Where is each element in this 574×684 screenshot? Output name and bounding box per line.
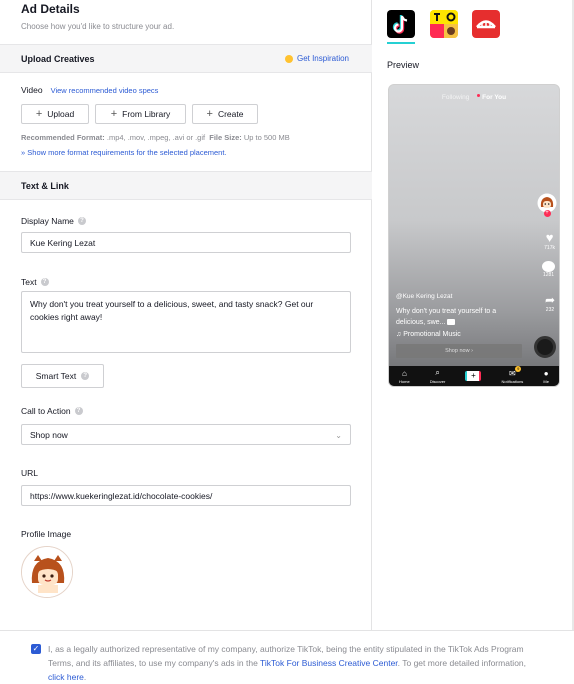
- smart-text-button[interactable]: Smart Text ?: [21, 364, 104, 388]
- ad-text-textarea[interactable]: Why don't you treat yourself to a delici…: [21, 291, 351, 353]
- phone-preview: Following For You + ♥ 717k 1281 ➦ 232 @K…: [388, 84, 560, 387]
- follow-plus-icon: +: [543, 210, 551, 217]
- pangle-placement-icon[interactable]: [472, 10, 500, 38]
- following-tab: Following: [441, 94, 470, 101]
- profile-image-label: Profile Image: [21, 529, 72, 539]
- format-requirements: Recommended Format: .mp4, .mov, .mpeg, .…: [21, 133, 290, 142]
- upload-creatives-section-header: Upload Creatives Get Inspiration: [0, 44, 372, 73]
- upload-button[interactable]: + Upload: [21, 104, 89, 124]
- share-arrow-icon: ➦: [544, 293, 555, 307]
- section-title: Text & Link: [21, 181, 69, 191]
- creator-avatar: +: [537, 193, 557, 217]
- help-icon[interactable]: ?: [40, 278, 49, 286]
- live-dot: [477, 94, 481, 97]
- creator-handle: @Kue Kering Lezat: [396, 293, 453, 300]
- home-icon: ⌂: [401, 368, 407, 378]
- profile-avatar-illustration: [22, 547, 72, 597]
- plus-icon: +: [35, 107, 43, 120]
- ad-badge-icon: [447, 319, 456, 326]
- topbuzz-placement-icon[interactable]: [430, 10, 458, 38]
- profile-image-avatar[interactable]: [21, 546, 73, 598]
- display-name-label: Display Name ?: [21, 216, 86, 226]
- text-label: Text ?: [21, 277, 49, 287]
- chevron-down-icon: ⌄: [335, 431, 342, 440]
- plus-icon: +: [110, 107, 118, 120]
- feed-tabs: Following For You: [389, 94, 559, 101]
- music-row: ♫ Promotional Music: [396, 331, 461, 338]
- cta-select[interactable]: Shop now ⌄: [21, 424, 351, 445]
- create-plus-icon: +: [465, 371, 482, 381]
- help-icon[interactable]: ?: [74, 407, 83, 415]
- nav-notifications: ✉ 9 Notifications: [501, 365, 524, 384]
- plus-icon: +: [206, 107, 213, 120]
- display-name-input[interactable]: Kue Kering Lezat: [21, 232, 351, 253]
- show-more-format-link[interactable]: » Show more format requirements for the …: [21, 148, 227, 157]
- video-caption: Why don't you treat yourself to a delici…: [396, 308, 497, 326]
- share-action: ➦ 232: [544, 293, 555, 313]
- tiktok-placement-icon[interactable]: [387, 10, 415, 38]
- consent-checkbox[interactable]: ✓: [31, 644, 41, 654]
- url-label: URL: [21, 468, 39, 478]
- shop-now-cta: Shop now ›: [396, 344, 522, 358]
- music-note-icon: ♫: [396, 331, 402, 338]
- lightbulb-icon: [284, 54, 293, 63]
- cta-label: Call to Action ?: [21, 406, 83, 416]
- selected-placement-indicator: [387, 42, 415, 44]
- heart-icon: ♥: [545, 230, 554, 245]
- click-here-link[interactable]: click here: [48, 672, 84, 682]
- nav-home: ⌂ Home: [399, 368, 410, 384]
- page-subtitle: Choose how you'd like to structure your …: [21, 22, 175, 31]
- notification-badge: 9: [515, 365, 522, 372]
- like-action: ♥ 717k: [544, 230, 555, 251]
- nav-create: +: [465, 371, 482, 381]
- consent-text: I, as a legally authorized representativ…: [48, 644, 527, 682]
- preview-panel: Preview Following For You + ♥ 717k 1281 …: [373, 0, 574, 630]
- get-inspiration-link[interactable]: Get Inspiration: [284, 54, 349, 63]
- from-library-button[interactable]: + From Library: [95, 104, 186, 124]
- page-title: Ad Details: [21, 2, 80, 16]
- video-specs-link[interactable]: View recommended video specs: [51, 86, 159, 95]
- section-title: Upload Creatives: [21, 54, 95, 64]
- for-you-tab: For You: [482, 94, 507, 101]
- bottom-nav: ⌂ Home ⌕ Discover + ✉ 9 Notifications ● …: [389, 365, 559, 386]
- text-link-section-header: Text & Link: [0, 171, 372, 200]
- help-icon[interactable]: ?: [77, 217, 86, 225]
- nav-discover: ⌕ Discover: [429, 368, 446, 384]
- preview-label: Preview: [387, 60, 420, 70]
- comment-icon: [542, 261, 555, 272]
- music-disc-icon: [534, 336, 556, 358]
- ad-details-panel: Ad Details Choose how you'd like to stru…: [0, 0, 372, 630]
- create-button[interactable]: + Create: [192, 104, 258, 124]
- comment-action: 1281: [542, 261, 555, 278]
- double-chevron-down-icon: »: [21, 148, 26, 157]
- help-icon: ?: [81, 372, 90, 380]
- nav-me: ● Me: [543, 368, 549, 384]
- profile-icon: ●: [543, 368, 549, 378]
- search-icon: ⌕: [435, 368, 440, 377]
- video-label: Video: [21, 85, 43, 95]
- video-label-row: Video View recommended video specs: [21, 85, 158, 95]
- url-input[interactable]: https://www.kuekeringlezat.id/chocolate-…: [21, 485, 351, 506]
- creative-center-link[interactable]: TikTok For Business Creative Center: [260, 658, 398, 668]
